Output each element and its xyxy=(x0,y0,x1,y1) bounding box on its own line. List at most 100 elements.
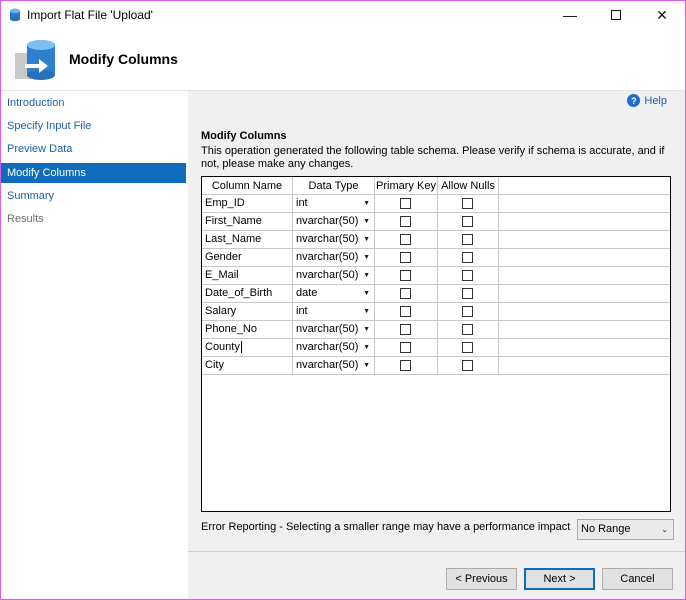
maximize-icon xyxy=(611,10,621,20)
primary-key-checkbox[interactable] xyxy=(400,216,411,227)
allow-nulls-cell xyxy=(438,231,499,249)
primary-key-checkbox[interactable] xyxy=(400,198,411,209)
column-name-cell[interactable]: Date_of_Birth xyxy=(202,285,293,303)
previous-button[interactable]: < Previous xyxy=(446,568,517,590)
column-name-cell[interactable]: First_Name xyxy=(202,213,293,231)
error-range-select[interactable]: No Range ⌄ xyxy=(577,519,674,540)
allow-nulls-checkbox[interactable] xyxy=(462,288,473,299)
maximize-button[interactable] xyxy=(593,1,639,29)
error-reporting-label: Error Reporting - Selecting a smaller ra… xyxy=(201,521,571,533)
data-type-select[interactable]: nvarchar(50) ▼ xyxy=(293,213,375,231)
allow-nulls-checkbox[interactable] xyxy=(462,324,473,335)
column-name-cell[interactable]: Gender xyxy=(202,249,293,267)
divider xyxy=(188,551,685,552)
column-name-cell[interactable]: City xyxy=(202,357,293,375)
chevron-down-icon: ▼ xyxy=(363,362,370,369)
data-type-value: nvarchar(50) xyxy=(296,233,359,245)
header-data-type[interactable]: Data Type xyxy=(293,177,375,195)
sidebar-item-introduction[interactable]: Introduction xyxy=(1,93,186,113)
table-row: City nvarchar(50) ▼ xyxy=(202,357,670,375)
help-label: Help xyxy=(644,94,667,107)
data-type-select[interactable]: nvarchar(50) ▼ xyxy=(293,249,375,267)
chevron-down-icon: ▼ xyxy=(363,254,370,261)
allow-nulls-cell xyxy=(438,357,499,375)
data-type-select[interactable]: int ▼ xyxy=(293,303,375,321)
primary-key-cell xyxy=(375,357,438,375)
primary-key-cell xyxy=(375,285,438,303)
data-type-value: nvarchar(50) xyxy=(296,359,359,371)
sidebar-item-modify-columns[interactable]: Modify Columns xyxy=(1,163,186,183)
column-name-cell[interactable]: County xyxy=(202,339,293,357)
table-row: Phone_No nvarchar(50) ▼ xyxy=(202,321,670,339)
column-name-cell[interactable]: Emp_ID xyxy=(202,195,293,213)
allow-nulls-checkbox[interactable] xyxy=(462,198,473,209)
primary-key-cell xyxy=(375,339,438,357)
primary-key-cell xyxy=(375,195,438,213)
primary-key-checkbox[interactable] xyxy=(400,324,411,335)
allow-nulls-cell xyxy=(438,285,499,303)
primary-key-checkbox[interactable] xyxy=(400,252,411,263)
close-icon: ✕ xyxy=(656,6,668,23)
data-type-value: nvarchar(50) xyxy=(296,323,359,335)
allow-nulls-checkbox[interactable] xyxy=(462,234,473,245)
database-import-icon xyxy=(15,40,55,80)
allow-nulls-checkbox[interactable] xyxy=(462,306,473,317)
title-bar[interactable]: Import Flat File 'Upload' — ✕ xyxy=(1,1,685,29)
table-row: County nvarchar(50) ▼ xyxy=(202,339,670,357)
primary-key-cell xyxy=(375,321,438,339)
allow-nulls-cell xyxy=(438,249,499,267)
data-type-select[interactable]: nvarchar(50) ▼ xyxy=(293,267,375,285)
next-button[interactable]: Next > xyxy=(524,568,595,590)
data-type-select[interactable]: nvarchar(50) ▼ xyxy=(293,357,375,375)
chevron-down-icon: ▼ xyxy=(363,290,370,297)
primary-key-checkbox[interactable] xyxy=(400,342,411,353)
help-icon: ? xyxy=(627,94,641,107)
header-primary-key[interactable]: Primary Key xyxy=(375,177,438,195)
column-name-value: County xyxy=(205,341,240,353)
column-name-cell[interactable]: Salary xyxy=(202,303,293,321)
data-type-value: int xyxy=(296,305,308,317)
table-row: First_Name nvarchar(50) ▼ xyxy=(202,213,670,231)
minimize-icon: — xyxy=(563,7,577,23)
header-column-name[interactable]: Column Name xyxy=(202,177,293,195)
chevron-down-icon: ▼ xyxy=(363,272,370,279)
sidebar-item-preview-data[interactable]: Preview Data xyxy=(1,139,186,159)
column-name-cell[interactable]: E_Mail xyxy=(202,267,293,285)
allow-nulls-checkbox[interactable] xyxy=(462,270,473,281)
data-type-value: nvarchar(50) xyxy=(296,341,359,353)
primary-key-checkbox[interactable] xyxy=(400,270,411,281)
data-type-select[interactable]: int ▼ xyxy=(293,195,375,213)
data-type-select[interactable]: nvarchar(50) ▼ xyxy=(293,339,375,357)
primary-key-checkbox[interactable] xyxy=(400,360,411,371)
allow-nulls-checkbox[interactable] xyxy=(462,252,473,263)
error-range-value: No Range xyxy=(581,523,631,535)
data-type-select[interactable]: nvarchar(50) ▼ xyxy=(293,321,375,339)
primary-key-checkbox[interactable] xyxy=(400,234,411,245)
sidebar-item-summary[interactable]: Summary xyxy=(1,186,186,206)
cancel-button[interactable]: Cancel xyxy=(602,568,673,590)
allow-nulls-checkbox[interactable] xyxy=(462,342,473,353)
chevron-down-icon: ▼ xyxy=(363,326,370,333)
close-button[interactable]: ✕ xyxy=(639,1,685,29)
allow-nulls-checkbox[interactable] xyxy=(462,360,473,371)
primary-key-checkbox[interactable] xyxy=(400,288,411,299)
allow-nulls-cell xyxy=(438,213,499,231)
column-name-cell[interactable]: Last_Name xyxy=(202,231,293,249)
allow-nulls-checkbox[interactable] xyxy=(462,216,473,227)
data-type-value: date xyxy=(296,287,318,299)
table-row: Gender nvarchar(50) ▼ xyxy=(202,249,670,267)
primary-key-cell xyxy=(375,213,438,231)
sidebar-item-results: Results xyxy=(7,213,44,225)
chevron-down-icon: ▼ xyxy=(363,344,370,351)
minimize-button[interactable]: — xyxy=(547,1,593,29)
sidebar-item-specify-input-file[interactable]: Specify Input File xyxy=(1,116,186,136)
primary-key-checkbox[interactable] xyxy=(400,306,411,317)
data-type-select[interactable]: nvarchar(50) ▼ xyxy=(293,231,375,249)
column-name-cell[interactable]: Phone_No xyxy=(202,321,293,339)
window-title: Import Flat File 'Upload' xyxy=(27,8,153,22)
header-allow-nulls[interactable]: Allow Nulls xyxy=(438,177,499,195)
section-title: Modify Columns xyxy=(201,130,287,142)
data-type-select[interactable]: date ▼ xyxy=(293,285,375,303)
table-row: Date_of_Birth date ▼ xyxy=(202,285,670,303)
help-link[interactable]: ? Help xyxy=(627,94,667,107)
